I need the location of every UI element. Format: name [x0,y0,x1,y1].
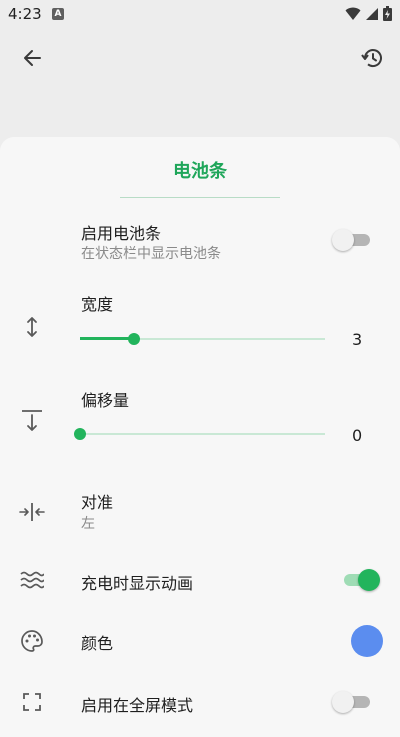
fullscreen-title: 启用在全屏模式 [81,696,194,715]
status-icons [345,6,392,21]
arrow-back-icon [24,50,41,66]
offset-row: 偏移量 0 [0,383,400,453]
reset-button[interactable] [352,38,392,78]
cellular-signal-icon [366,7,378,20]
width-slider-thumb[interactable] [127,333,140,345]
align-center-icon [18,498,46,526]
title-divider [120,197,280,198]
palette-icon [18,627,46,655]
offset-slider[interactable] [74,427,325,441]
charging-animation-title: 充电时显示动画 [81,574,194,593]
status-bar: 4:23 A [0,0,400,28]
waves-icon [18,566,46,594]
align-bottom-icon [18,407,46,435]
back-button[interactable] [12,38,52,78]
charging-animation-switch[interactable] [342,569,380,591]
color-swatch[interactable] [351,625,383,657]
enable-title: 启用电池条 [81,224,162,243]
charging-animation-row[interactable]: 充电时显示动画 [0,561,400,601]
top-bar [0,28,400,92]
color-title: 颜色 [81,634,114,653]
offset-title: 偏移量 [81,391,130,410]
alignment-value: 左 [81,516,95,532]
battery-bar-sheet: 电池条 启用电池条 在状态栏中显示电池条 宽度 3 偏移量 0 对准 左 充电时… [0,137,400,737]
enable-battery-bar-row[interactable]: 启用电池条 在状态栏中显示电池条 [0,215,400,267]
width-title: 宽度 [81,295,114,314]
status-time: 4:23 [8,5,42,23]
vertical-arrows-icon [18,313,46,341]
alignment-row[interactable]: 对准 左 [0,485,400,537]
alignment-title: 对准 [81,493,114,512]
battery-charging-icon [383,6,392,21]
offset-value: 0 [352,426,363,445]
color-row[interactable]: 颜色 [0,621,400,661]
enable-subtitle: 在状态栏中显示电池条 [81,246,221,262]
restore-icon [361,49,382,68]
wifi-icon [345,7,361,20]
width-slider[interactable] [80,332,325,346]
notification-badge: A [52,8,64,20]
width-value: 3 [352,330,363,349]
sheet-title: 电池条 [173,161,227,182]
enable-battery-bar-switch[interactable] [332,229,372,251]
width-row: 宽度 3 [0,287,400,357]
fullscreen-row[interactable]: 启用在全屏模式 [0,683,400,723]
fullscreen-switch[interactable] [332,691,372,713]
offset-slider-thumb[interactable] [74,428,86,440]
